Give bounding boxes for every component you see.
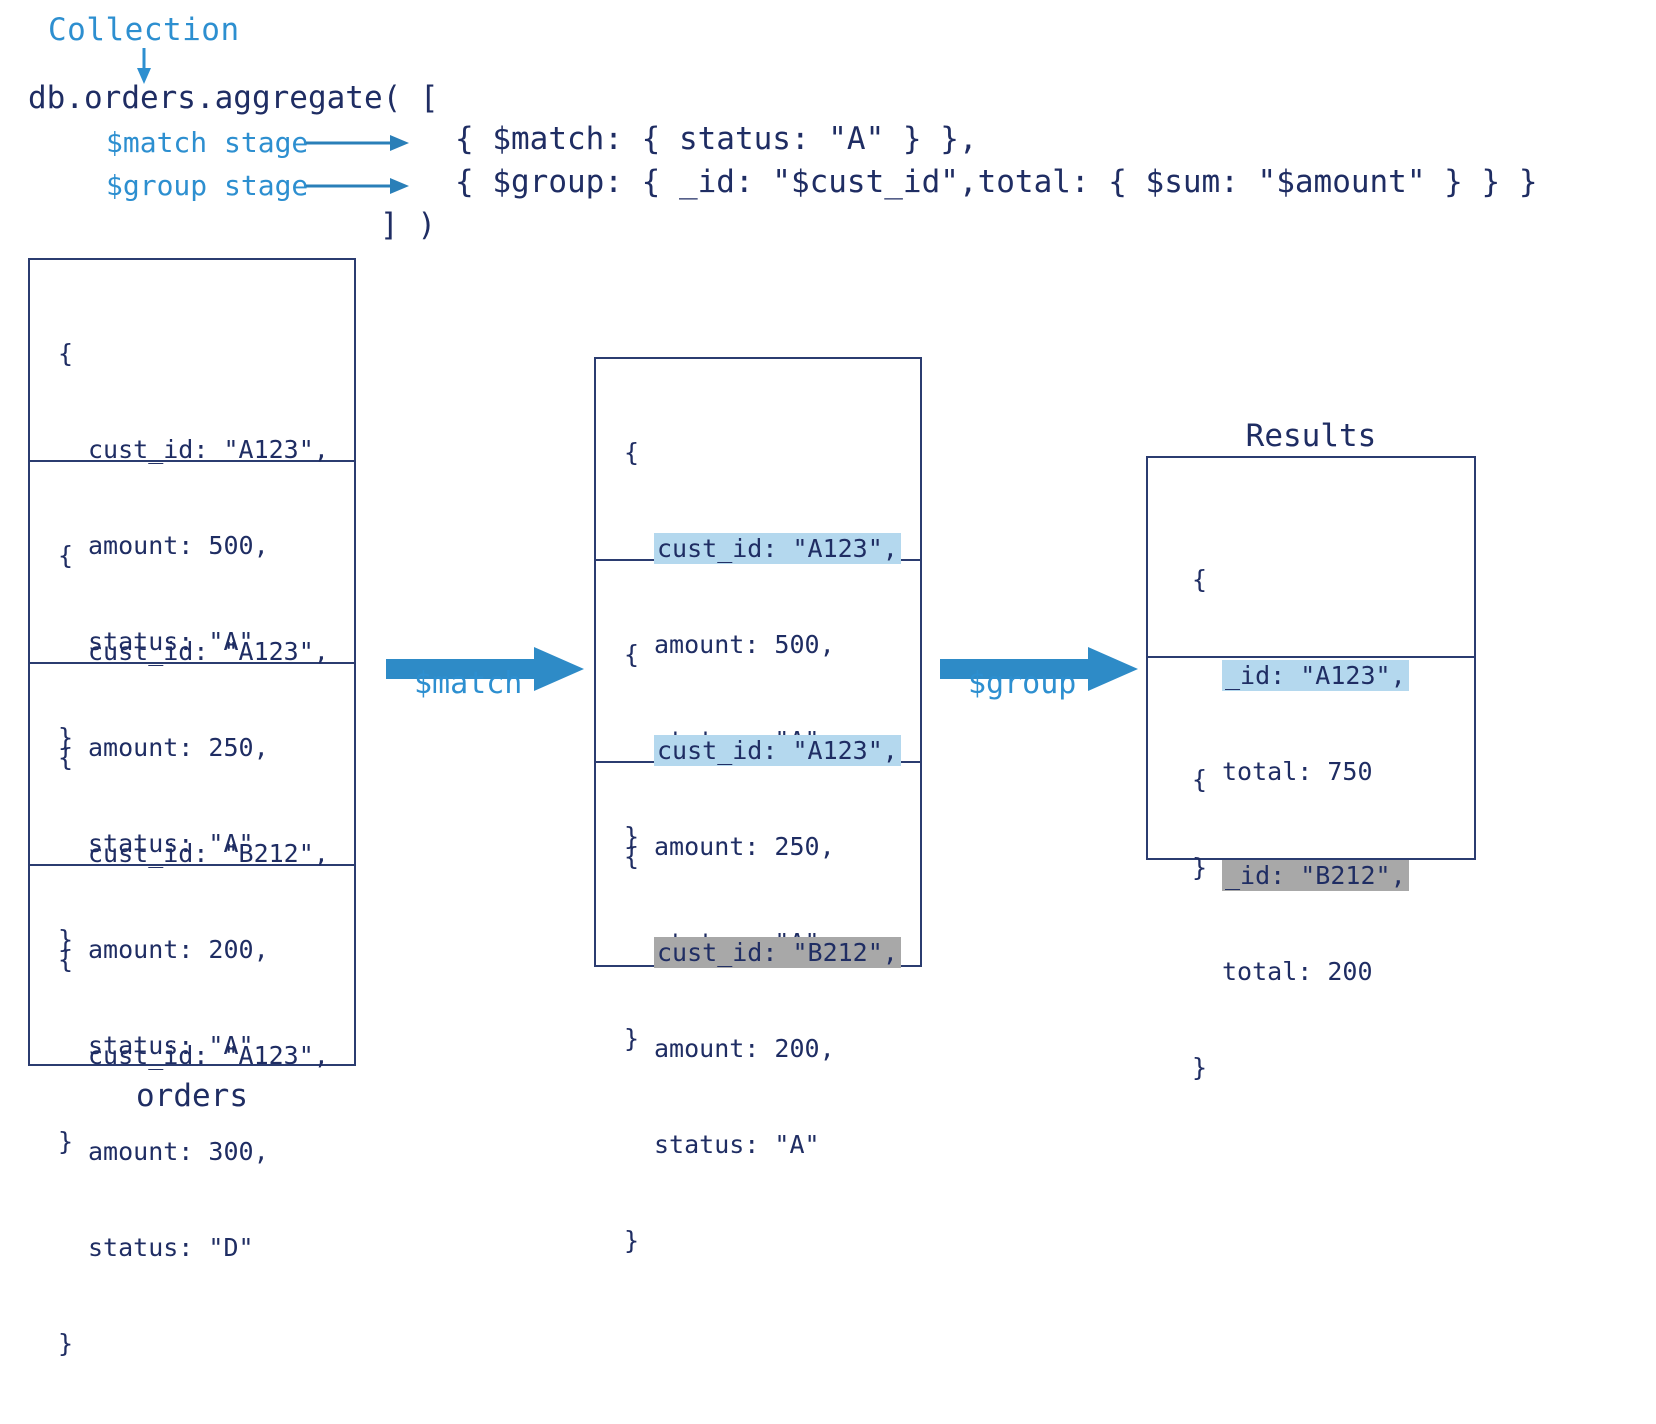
doc-open-brace: { [1192, 565, 1208, 594]
matched-document: { cust_id: "A123", amount: 250, status: … [596, 561, 920, 1053]
results-box: { _id: "A123", total: 750 } { _id: "B212… [1146, 456, 1476, 1082]
results-caption: Results [1245, 418, 1377, 454]
code-match-stage: { $match: { status: "A" } }, [455, 121, 978, 157]
doc-field-cust-id-highlight: cust_id: "A123", [654, 735, 901, 766]
doc-field-cust-id-highlight: cust_id: "A123", [654, 533, 901, 564]
doc-field-amount: amount: 200, [654, 1034, 835, 1063]
doc-open-brace: { [624, 640, 640, 669]
doc-open-brace: { [624, 842, 640, 871]
doc-field-total: total: 200 [1222, 957, 1373, 986]
doc-open-brace: { [58, 541, 74, 570]
orders-collection-box: { cust_id: "A123", amount: 500, status: … [28, 258, 356, 1358]
doc-close-brace: } [58, 1329, 74, 1358]
order-document: { cust_id: "A123", amount: 250, status: … [30, 462, 354, 954]
orders-collection-caption: orders [136, 1078, 248, 1114]
doc-open-brace: { [624, 438, 640, 467]
order-document: { cust_id: "A123", amount: 500, status: … [30, 260, 354, 752]
doc-close-brace: } [1192, 1053, 1208, 1082]
code-group-stage: { $group: { _id: "$cust_id",total: { $su… [455, 164, 1538, 200]
doc-field-status: status: "D" [88, 1233, 254, 1262]
doc-close-brace: } [624, 1226, 640, 1255]
matched-document: { cust_id: "B212", amount: 200, status: … [596, 763, 920, 1255]
group-arrow-label: $group [968, 666, 1077, 701]
doc-field-amount: amount: 300, [88, 1137, 269, 1166]
code-closing-bracket: ] ) [380, 207, 436, 243]
group-stage-annotation: $group stage [106, 169, 309, 202]
doc-field-status: status: "A" [654, 1130, 820, 1159]
group-stage-arrow-icon [306, 178, 409, 194]
doc-field-cust-id-highlight: cust_id: "B212", [654, 937, 901, 968]
doc-open-brace: { [58, 743, 74, 772]
order-document: { cust_id: "B212", amount: 200, status: … [30, 664, 354, 1156]
match-stage-annotation: $match stage [106, 126, 309, 159]
result-document: { _id: "A123", total: 750 } [1148, 458, 1474, 882]
doc-open-brace: { [58, 339, 74, 368]
doc-field-id-highlight: _id: "B212", [1222, 860, 1409, 891]
matched-document: { cust_id: "A123", amount: 500, status: … [596, 359, 920, 851]
doc-field-cust-id: cust_id: "A123", [88, 1041, 329, 1070]
collection-label: Collection [48, 12, 240, 48]
doc-open-brace: { [58, 945, 74, 974]
order-document: { cust_id: "A123", amount: 300, status: … [30, 866, 354, 1358]
result-document: { _id: "B212", total: 200 } [1148, 658, 1474, 1082]
matched-documents-box: { cust_id: "A123", amount: 500, status: … [594, 357, 922, 1255]
match-arrow-label: $match [414, 666, 523, 701]
doc-open-brace: { [1192, 765, 1208, 794]
match-stage-arrow-icon [306, 135, 409, 151]
code-aggregate-call: db.orders.aggregate( [ [28, 80, 439, 116]
